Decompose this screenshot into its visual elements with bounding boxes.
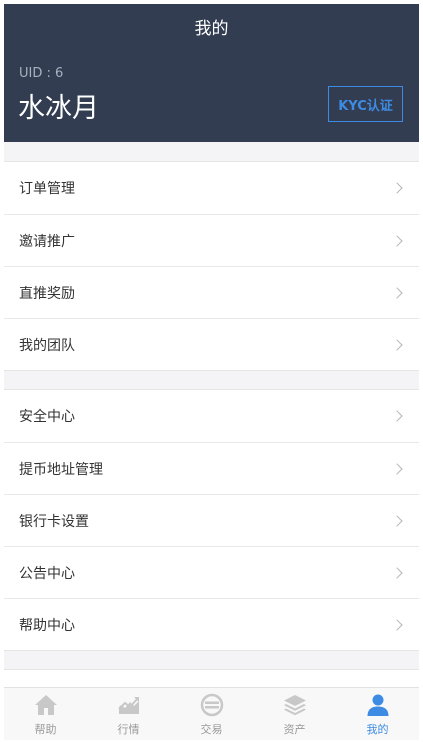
tab-label: 行情	[117, 723, 140, 736]
menu-item-label: 直推奖励	[19, 285, 75, 302]
chevron-right-icon	[391, 182, 403, 194]
menu-item-label: 银行卡设置	[19, 513, 89, 530]
chevron-right-icon	[391, 618, 403, 631]
menu-item-help-center[interactable]: 帮助中心	[4, 598, 419, 650]
tab-trade[interactable]: 交易	[170, 688, 253, 740]
home-icon	[34, 695, 57, 715]
menu-item-withdraw-address[interactable]: 提币地址管理	[4, 442, 419, 494]
chevron-right-icon	[391, 286, 403, 299]
tab-label: 资产	[283, 723, 306, 736]
menu-item-direct-referral-reward[interactable]: 直推奖励	[4, 266, 419, 318]
chevron-right-icon	[391, 566, 403, 579]
menu-item-label: 公告中心	[19, 565, 75, 582]
menu-group-settings: 安全中心 提币地址管理 银行卡设置 公告中心 帮助中心	[4, 389, 419, 651]
menu-item-label: 安全中心	[19, 409, 75, 425]
tab-label: 我的	[366, 723, 389, 736]
user-icon	[367, 694, 388, 716]
tab-assets[interactable]: 资产	[253, 688, 336, 740]
tab-help[interactable]: 帮助	[4, 688, 87, 740]
chevron-right-icon	[391, 410, 403, 422]
menu-item-order-management[interactable]: 订单管理	[4, 162, 419, 214]
bottom-tab-bar: 帮助 行情 交易 资产 我的	[4, 687, 419, 740]
menu-item-label: 帮助中心	[19, 617, 75, 634]
menu-item-my-team[interactable]: 我的团队	[4, 318, 419, 370]
profile-header: 我的 UID : 6 水冰月 KYC认证	[4, 4, 419, 142]
menu-item-security-center[interactable]: 安全中心	[4, 390, 419, 442]
profile-page: 我的 UID : 6 水冰月 KYC认证 订单管理 邀请推广 直推奖励 我的团队…	[4, 4, 419, 740]
chevron-right-icon	[391, 514, 403, 527]
tab-label: 交易	[200, 723, 223, 736]
menu-item-label: 提币地址管理	[19, 461, 103, 478]
tab-label: 帮助	[34, 723, 57, 736]
username: 水冰月	[18, 93, 99, 124]
chevron-right-icon	[391, 462, 403, 475]
exchange-icon	[200, 693, 223, 717]
tab-profile[interactable]: 我的	[336, 688, 419, 740]
menu-item-label: 邀请推广	[19, 233, 75, 250]
menu-item-invite-promotion[interactable]: 邀请推广	[4, 214, 419, 266]
chart-icon	[117, 697, 139, 714]
menu-group-account: 订单管理 邀请推广 直推奖励 我的团队	[4, 161, 419, 371]
chevron-right-icon	[391, 234, 403, 247]
chevron-right-icon	[391, 338, 403, 351]
menu-item-bank-card-settings[interactable]: 银行卡设置	[4, 494, 419, 546]
menu-item-label: 我的团队	[19, 337, 75, 354]
uid-label: UID : 6	[19, 66, 64, 81]
layers-icon	[283, 695, 306, 716]
menu-item-label: 订单管理	[19, 181, 75, 197]
kyc-verify-button[interactable]: KYC认证	[328, 86, 403, 122]
page-title: 我的	[194, 19, 229, 39]
menu-item-announcement-center[interactable]: 公告中心	[4, 546, 419, 598]
tab-market[interactable]: 行情	[87, 688, 170, 740]
